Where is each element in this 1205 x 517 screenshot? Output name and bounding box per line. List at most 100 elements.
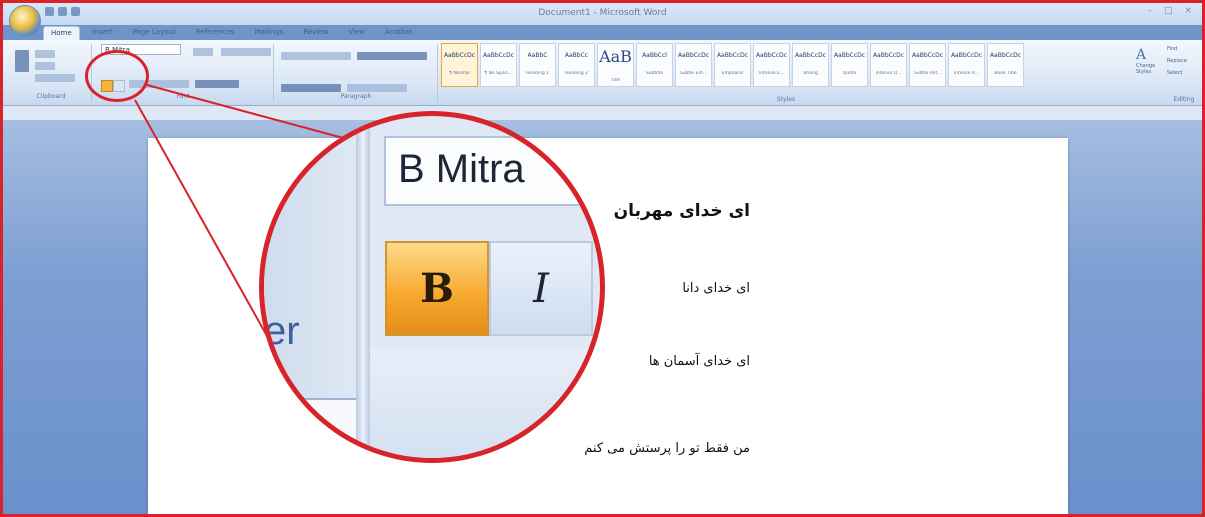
style-strong[interactable]: AaBbCcDc Strong	[792, 43, 829, 87]
tab-view[interactable]: View	[341, 26, 372, 40]
style-sample: AaBbCcDc	[716, 52, 749, 59]
tab-acrobat[interactable]: Acrobat	[378, 26, 419, 40]
style-title[interactable]: AaB Title	[597, 43, 634, 87]
maximize-button[interactable]: □	[1164, 6, 1173, 16]
tab-insert[interactable]: Insert	[86, 26, 120, 40]
style-sample: AaBbCcDc	[755, 52, 788, 59]
magnified-italic-button[interactable]: I	[489, 241, 593, 336]
paragraph-group: Paragraph	[275, 44, 438, 102]
replace-button[interactable]: Replace	[1167, 58, 1202, 64]
style-name: Emphasis	[721, 71, 744, 76]
window-title: Document1 - Microsoft Word	[538, 8, 667, 18]
tab-review[interactable]: Review	[296, 26, 335, 40]
clipboard-group: Clipboard	[11, 44, 92, 102]
style-name: Subtle Ref...	[913, 71, 942, 76]
style-sample: AaBbCc	[564, 52, 589, 59]
magnifier-circle: er B Mitra B I	[259, 111, 605, 463]
highlight-color-icons[interactable]	[195, 80, 239, 88]
style-sample: AaBbCcDc	[989, 52, 1022, 59]
style-heading-1[interactable]: AaBbC Heading 1	[519, 43, 556, 87]
style-sample: AaBbCcDc	[794, 52, 827, 59]
tab-mailings[interactable]: Mailings	[248, 26, 291, 40]
style-subtle-emphasis[interactable]: AaBbCcDc Subtle Em...	[675, 43, 712, 87]
magnifier-box	[300, 398, 360, 458]
style-subtitle[interactable]: AaBbCcl Subtitle	[636, 43, 673, 87]
grow-shrink-icons[interactable]	[221, 48, 271, 56]
ribbon-tabs: Home Insert Page Layout References Maili…	[43, 26, 419, 40]
styles-label: Styles	[776, 96, 796, 103]
style-name: Book Title	[994, 71, 1017, 76]
style-emphasis[interactable]: AaBbCcDc Emphasis	[714, 43, 751, 87]
select-button[interactable]: Select	[1167, 70, 1202, 76]
office-button[interactable]	[9, 5, 41, 37]
magnifier-partial-text: er	[264, 309, 300, 353]
style-heading-2[interactable]: AaBbCc Heading 2	[558, 43, 595, 87]
style-intense-emphasis[interactable]: AaBbCcDc Intense E...	[753, 43, 790, 87]
align-icons[interactable]	[281, 84, 341, 92]
style-sample: AaBbCcDc	[872, 52, 905, 59]
callout-highlight-circle	[85, 50, 149, 102]
style-name: Quote	[842, 71, 857, 76]
style-quote[interactable]: AaBbCcDc Quote	[831, 43, 868, 87]
style-sample: AaBbCcDc	[443, 52, 476, 59]
document-line-3[interactable]: من فقط تو را پرستش می کنم	[584, 441, 750, 456]
style-no-spacing[interactable]: AaBbCcDc ¶ No Spaci...	[480, 43, 517, 87]
paragraph-label: Paragraph	[340, 93, 372, 100]
copy-icon[interactable]	[35, 62, 55, 70]
change-styles-label: Change Styles	[1136, 63, 1156, 75]
title-bar: Document1 - Microsoft Word – □ ×	[3, 3, 1202, 25]
minimize-button[interactable]: –	[1147, 6, 1152, 16]
style-sample: AaBbCcDc	[911, 52, 944, 59]
style-sample: AaBbCcDc	[677, 52, 710, 59]
magnifier-lower-area	[370, 348, 600, 458]
change-styles-icon: A	[1136, 47, 1147, 63]
magnified-font-name-box[interactable]: B Mitra	[384, 136, 600, 206]
style-name: Subtle Em...	[679, 71, 708, 76]
style-sample: AaBbCcl	[642, 52, 667, 59]
paste-icon[interactable]	[15, 50, 29, 72]
magnified-bold-button[interactable]: B	[385, 241, 489, 336]
style-name: Heading 2	[564, 71, 589, 76]
style-name: Title	[610, 78, 621, 83]
style-book-title[interactable]: AaBbCcDc Book Title	[987, 43, 1024, 87]
tab-page-layout[interactable]: Page Layout	[126, 26, 183, 40]
style-name: ¶ Normal	[449, 71, 470, 76]
style-sample: AaBbC	[527, 52, 548, 59]
document-heading[interactable]: ای خدای مهربان	[614, 201, 750, 221]
style-name: Strong	[803, 71, 818, 76]
change-styles-button[interactable]: A Change Styles	[1136, 47, 1162, 87]
tab-home[interactable]: Home	[43, 26, 80, 40]
editing-label: Editing	[1173, 96, 1195, 103]
cut-icon[interactable]	[35, 50, 55, 58]
style-intense-quote[interactable]: AaBbCcDc Intense Q...	[870, 43, 907, 87]
style-normal[interactable]: AaBbCcDc ¶ Normal	[441, 43, 478, 87]
style-name: Heading 1	[525, 71, 550, 76]
style-name: ¶ No Spaci...	[484, 71, 513, 76]
style-name: Intense E...	[758, 71, 785, 76]
style-name: Subtitle	[645, 71, 664, 76]
tab-references[interactable]: References	[189, 26, 242, 40]
find-button[interactable]: Find	[1167, 46, 1202, 52]
style-sample: AaBbCcDc	[950, 52, 983, 59]
clipboard-label: Clipboard	[36, 93, 66, 100]
style-name: Intense Q...	[875, 71, 902, 76]
editing-group: Find Replace Select	[1167, 46, 1202, 90]
document-line-2[interactable]: ای خدای آسمان ها	[649, 354, 750, 369]
window-controls: – □ ×	[1147, 6, 1192, 16]
close-button[interactable]: ×	[1184, 6, 1192, 16]
style-name: Intense R...	[953, 71, 980, 76]
font-size-box[interactable]	[193, 48, 213, 56]
indent-icons[interactable]	[357, 52, 427, 60]
ribbon: Clipboard Font B Mitra Paragraph AaBbCcD…	[3, 40, 1202, 106]
styles-gallery: AaBbCcDc ¶ Normal AaBbCcDc ¶ No Spaci... A…	[441, 43, 1131, 89]
style-sample: AaBbCcDc	[833, 52, 866, 59]
document-line-1[interactable]: ای خدای دانا	[682, 281, 750, 296]
style-intense-reference[interactable]: AaBbCcDc Intense R...	[948, 43, 985, 87]
magnifier-separator	[356, 116, 370, 458]
spacing-icons[interactable]	[347, 84, 407, 92]
style-sample: AaBbCcDc	[482, 52, 515, 59]
list-icons[interactable]	[281, 52, 351, 60]
style-sample: AaB	[599, 47, 632, 66]
style-subtle-reference[interactable]: AaBbCcDc Subtle Ref...	[909, 43, 946, 87]
format-painter-icon[interactable]	[35, 74, 75, 82]
